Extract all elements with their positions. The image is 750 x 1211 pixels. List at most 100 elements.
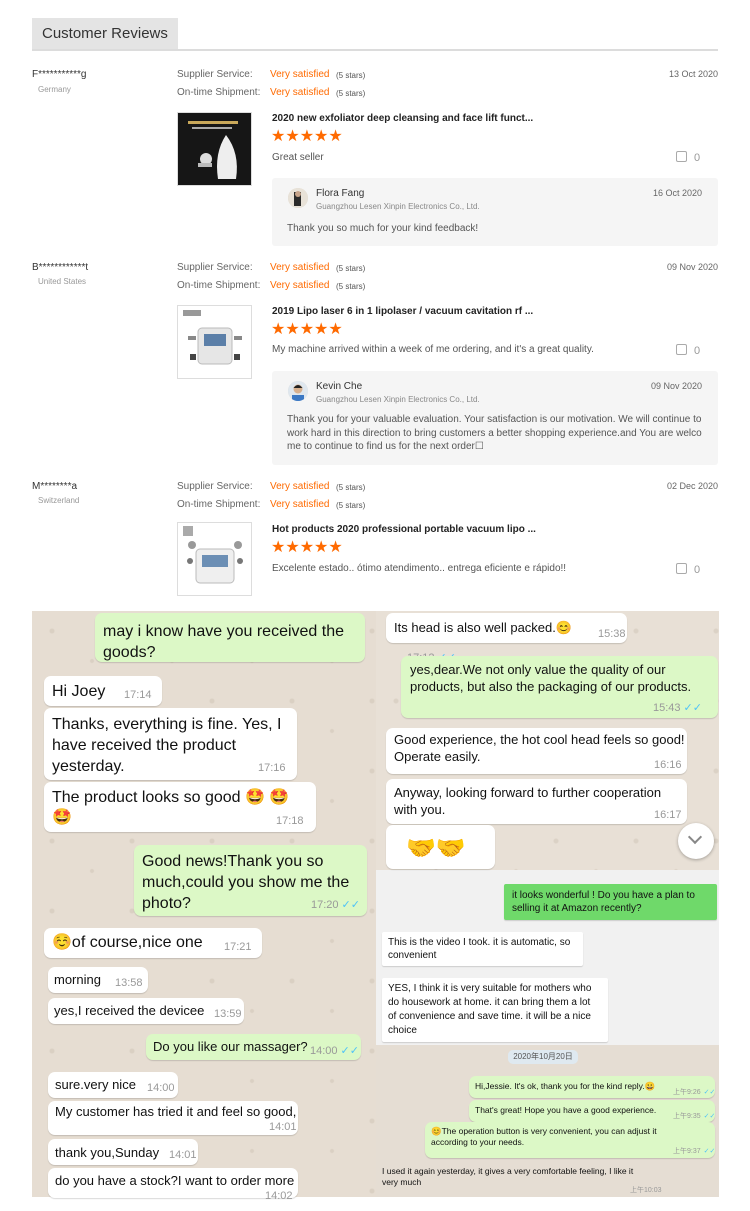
chat-message-line: sure.very nice xyxy=(55,1077,136,1092)
chat-message-line: 🤝🤝 xyxy=(406,835,466,862)
product-thumbnail[interactable] xyxy=(177,112,252,186)
chat-message-incoming[interactable]: This is the video I took. it is automati… xyxy=(382,932,583,966)
chat-message-outgoing[interactable]: Do you like our massager? 14:00 ✓✓ xyxy=(146,1034,361,1060)
chat-message-incoming[interactable]: 🤝🤝 xyxy=(386,825,495,869)
chat-message-incoming[interactable]: do you have a stock?I want to order more… xyxy=(48,1168,298,1202)
chat-message-text: My customer has tried it and feel so goo… xyxy=(55,1104,296,1120)
chat-message-time: 17:21 xyxy=(224,941,252,953)
chat-message-line: This is the video I took. it is automati… xyxy=(388,937,571,948)
chat-message-text: yes,dear.We not only value the quality o… xyxy=(410,661,691,695)
chat-message-line: selling it at Amazon recently? xyxy=(512,903,642,914)
product-title[interactable]: Hot products 2020 professional portable … xyxy=(272,524,536,535)
chat-message-time: 14:01 xyxy=(269,1121,297,1133)
chat-message-outgoing[interactable]: Hi,Jessie. It's ok, thank you for the ki… xyxy=(469,1076,715,1098)
chat-message-incoming[interactable]: sure.very nice 14:00 xyxy=(48,1072,178,1098)
supplier-reply: Flora Fang Guangzhou Lesen Xinpin Electr… xyxy=(272,178,718,246)
chat-message-time: 上午9:26 ✓✓ xyxy=(673,1087,715,1097)
chat-message-text: sure.very nice xyxy=(55,1077,136,1093)
reply-author: Flora Fang xyxy=(316,188,365,199)
chat-message-line: That's great! Hope you have a good exper… xyxy=(475,1105,657,1115)
chevron-down-icon xyxy=(687,829,703,845)
chat-message-line: Hi,Jessie. It's ok, thank you for the ki… xyxy=(475,1081,656,1091)
lipo-laser-product-image xyxy=(178,306,251,378)
chat-message-incoming[interactable]: The product looks so good 🤩 🤩 🤩 17:18 xyxy=(44,782,316,832)
chat-message-line: yes,I received the devicee xyxy=(54,1003,205,1018)
chat-message-time: 上午10:03 xyxy=(630,1185,662,1195)
reply-company: Guangzhou Lesen Xinpin Electronics Co., … xyxy=(316,202,480,211)
time-label: 14:00 xyxy=(147,1082,175,1094)
like-button[interactable]: 0 xyxy=(676,151,700,164)
exfoliator-product-image xyxy=(178,113,251,185)
reply-author: Kevin Che xyxy=(316,381,363,392)
chat-message-line: Hi Joey xyxy=(52,683,106,700)
chat-message-incoming[interactable]: thank you,Sunday 14:01 xyxy=(48,1139,198,1165)
double-check-icon: ✓✓ xyxy=(683,702,702,714)
chat-message-text: it looks wonderful ! Do you have a plan … xyxy=(512,889,695,915)
chat-message-incoming[interactable]: Thanks, everything is fine. Yes, I have r… xyxy=(44,708,297,780)
supplier-service-label: Supplier Service: xyxy=(177,262,253,273)
chat-message-line: products, but also the packaging of our … xyxy=(410,679,692,694)
chat-message-line: have received the product xyxy=(52,737,237,754)
chat-message-line: I used it again yesterday, it gives a ve… xyxy=(382,1166,634,1176)
time-label: 16:16 xyxy=(654,759,682,771)
chat-message-outgoing[interactable]: yes,dear.We not only value the quality o… xyxy=(401,656,718,718)
shipment-value: Very satisfied xyxy=(270,280,330,291)
like-count: 0 xyxy=(694,345,701,357)
chat-message-incoming[interactable]: ☺️of course,nice one 17:21 xyxy=(44,928,262,958)
chat-message-time: 15:38 xyxy=(598,628,626,640)
chat-message-outgoing[interactable]: may i know have you received thegoods?17… xyxy=(95,613,456,664)
chat-message-line: Good news!Thank you so xyxy=(142,853,324,870)
chat-message-incoming[interactable]: YES, I think it is very suitable for mot… xyxy=(382,978,608,1042)
like-count: 0 xyxy=(694,152,701,164)
chat-message-text: YES, I think it is very suitable for mot… xyxy=(388,982,591,1038)
chat-message-incoming[interactable]: Anyway, looking forward to further coope… xyxy=(386,779,687,824)
supplier-service-stars: (5 stars) xyxy=(336,264,366,273)
chat-message-outgoing[interactable]: it looks wonderful ! Do you have a plan … xyxy=(504,884,717,920)
shipment-stars: (5 stars) xyxy=(336,89,366,98)
like-button[interactable]: 0 xyxy=(676,563,700,576)
avatar xyxy=(288,381,308,401)
chat-message-outgoing[interactable]: That's great! Hope you have a good exper… xyxy=(469,1100,715,1122)
reply-company: Guangzhou Lesen Xinpin Electronics Co., … xyxy=(316,395,480,404)
chat-message-incoming[interactable]: I used it again yesterday, it gives a ve… xyxy=(378,1163,668,1195)
scroll-down-button[interactable] xyxy=(678,823,714,859)
like-button[interactable]: 0 xyxy=(676,344,700,357)
chat-message-time: 15:43 ✓✓ xyxy=(653,701,702,714)
review-text: Great seller xyxy=(272,152,324,163)
chat-message-incoming[interactable]: Good experience, the hot cool head feels… xyxy=(386,728,687,774)
supplier-service-stars: (5 stars) xyxy=(336,483,366,492)
chat-message-outgoing[interactable]: 😊The operation button is very convenient… xyxy=(425,1122,715,1158)
shipment-stars: (5 stars) xyxy=(336,282,366,291)
chat-message-text: Hi,Jessie. It's ok, thank you for the ki… xyxy=(475,1081,655,1092)
chat-message-line: choice xyxy=(388,1025,417,1036)
chat-message-line: Anyway, looking forward to further coope… xyxy=(394,785,662,800)
product-thumbnail[interactable] xyxy=(177,522,252,596)
vacuum-lipo-product-image xyxy=(178,523,251,595)
time-label: 15:38 xyxy=(598,628,626,640)
chat-message-incoming[interactable]: yes,I received the devicee 13:59 xyxy=(48,998,244,1024)
chat-message-incoming[interactable]: Its head is also well packed.😊 15:38 xyxy=(386,613,627,643)
product-thumbnail[interactable] xyxy=(177,305,252,379)
supplier-reply: Kevin Che Guangzhou Lesen Xinpin Electro… xyxy=(272,371,718,465)
chat-message-time: 17:18 xyxy=(276,815,304,827)
chat-message-line: yes,dear.We not only value the quality o… xyxy=(410,662,666,677)
time-label: 15:43 xyxy=(653,702,681,714)
chat-message-line: much,could you show me the xyxy=(142,874,350,891)
reviewer-country: United States xyxy=(38,277,87,286)
chat-message-outgoing[interactable]: Good news!Thank you so much,could you sho… xyxy=(134,845,367,916)
customer-reviews-tab[interactable]: Customer Reviews xyxy=(32,18,178,49)
chat-message-incoming[interactable]: morning 13:58 xyxy=(48,967,148,993)
chat-message-incoming[interactable]: Hi Joey 17:14 xyxy=(44,676,162,706)
product-title[interactable]: 2019 Lipo laser 6 in 1 lipolaser / vacuu… xyxy=(272,306,533,317)
chat-message-text: Good experience, the hot cool head feels… xyxy=(394,731,685,765)
chat-message-line: convenient xyxy=(388,950,437,961)
reply-text: Thank you for your valuable evaluation. … xyxy=(287,413,705,454)
chat-message-incoming[interactable]: My customer has tried it and feel so goo… xyxy=(48,1101,298,1135)
reviewer-country: Switzerland xyxy=(38,496,80,505)
product-title[interactable]: 2020 new exfoliator deep cleansing and f… xyxy=(272,113,533,124)
chat-message-text: That's great! Hope you have a good exper… xyxy=(475,1105,656,1116)
chat-message-text: 🤝🤝 xyxy=(406,835,466,863)
chat-message-line: 😊The operation button is very convenient… xyxy=(431,1126,657,1136)
supplier-service-stars: (5 stars) xyxy=(336,71,366,80)
chat-message-text: Hi Joey xyxy=(52,682,105,702)
